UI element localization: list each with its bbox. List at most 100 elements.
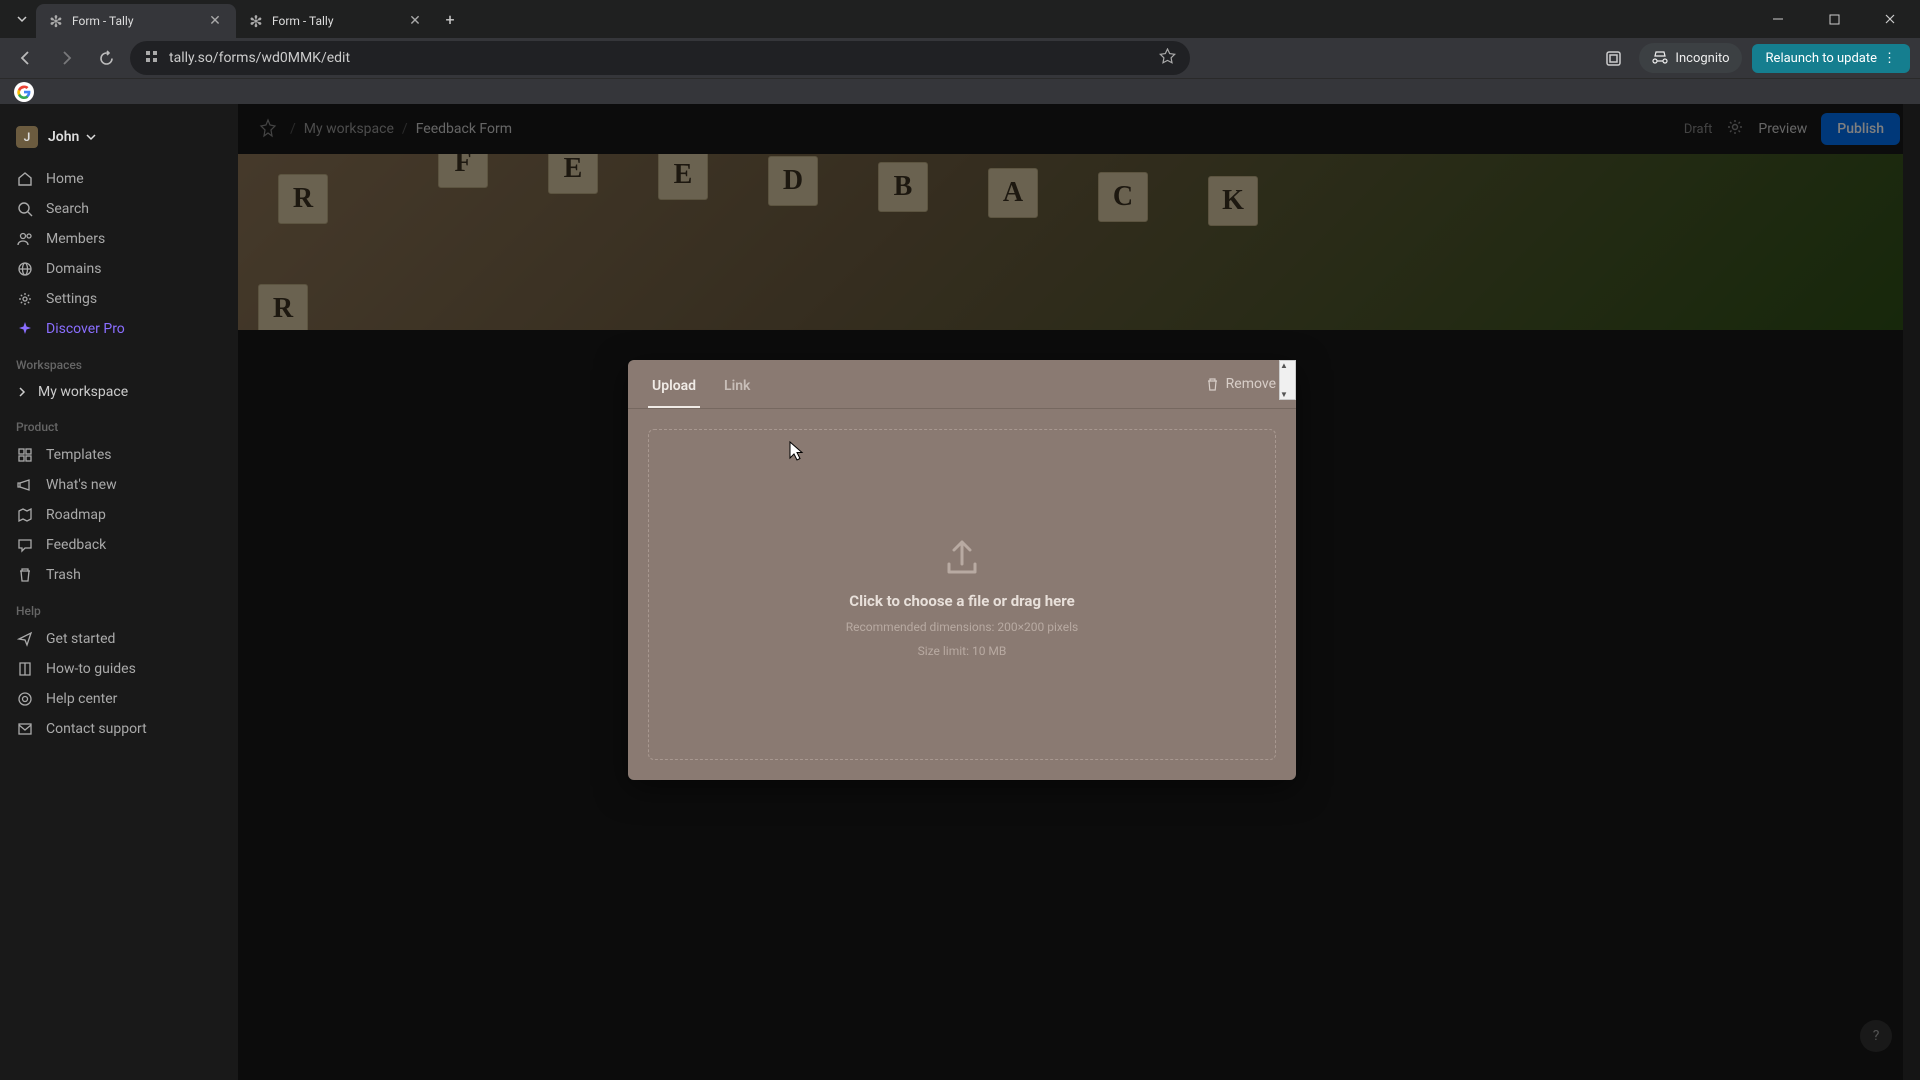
dropzone-title: Click to choose a file or drag here [849, 592, 1074, 610]
send-icon [16, 630, 34, 648]
minimize-button[interactable] [1756, 4, 1800, 34]
sidebar-item-label: Feedback [46, 537, 106, 553]
tab-title: Form - Tally [72, 14, 198, 28]
browser-tab-active[interactable]: ✻ Form - Tally ✕ [36, 4, 236, 38]
book-icon [16, 660, 34, 678]
sidebar-item-domains[interactable]: Domains [0, 254, 238, 284]
back-button[interactable] [10, 42, 42, 74]
members-icon [16, 230, 34, 248]
modal-tabs: Upload Link Remove [628, 360, 1296, 409]
sidebar-item-discover-pro[interactable]: Discover Pro [0, 314, 238, 344]
product-section-label: Product [0, 406, 238, 440]
search-icon [16, 200, 34, 218]
relaunch-update-button[interactable]: Relaunch to update ⋮ [1752, 44, 1910, 73]
menu-dots-icon: ⋮ [1883, 51, 1896, 66]
url-text: tally.so/forms/wd0MMK/edit [169, 50, 350, 66]
file-dropzone[interactable]: Click to choose a file or drag here Reco… [648, 429, 1276, 760]
tab-search-dropdown[interactable] [8, 5, 36, 33]
trash-icon [16, 566, 34, 584]
main-content: / My workspace / Feedback Form Draft Pre… [238, 104, 1920, 1080]
address-bar[interactable]: tally.so/forms/wd0MMK/edit [130, 41, 1190, 75]
tab-link[interactable]: Link [720, 372, 754, 408]
sidebar-item-templates[interactable]: Templates [0, 440, 238, 470]
sidebar-item-roadmap[interactable]: Roadmap [0, 500, 238, 530]
sidebar-item-feedback[interactable]: Feedback [0, 530, 238, 560]
upload-modal: ▲▼ Upload Link Remove Click to choose a … [628, 360, 1296, 780]
close-tab-icon[interactable]: ✕ [406, 12, 424, 30]
sidebar-item-getstarted[interactable]: Get started [0, 624, 238, 654]
sidebar-item-label: Get started [46, 631, 115, 647]
home-icon [16, 170, 34, 188]
workspaces-section-label: Workspaces [0, 344, 238, 378]
sidebar-item-label: Home [46, 171, 84, 187]
dropzone-hint-dimensions: Recommended dimensions: 200×200 pixels [846, 620, 1078, 634]
user-menu[interactable]: J John [0, 118, 238, 156]
sidebar-item-label: Help center [46, 691, 117, 707]
bookmark-star-icon[interactable] [1159, 48, 1176, 69]
sidebar-workspace[interactable]: My workspace [0, 378, 238, 406]
chevron-down-icon [85, 131, 97, 143]
remove-button[interactable]: Remove [1205, 376, 1276, 404]
map-icon [16, 506, 34, 524]
browser-toolbar: tally.so/forms/wd0MMK/edit Incognito Rel… [0, 38, 1920, 78]
new-tab-button[interactable]: + [436, 5, 464, 33]
modal-scrollbar[interactable]: ▲▼ [1279, 360, 1296, 400]
templates-icon [16, 446, 34, 464]
chat-icon [16, 536, 34, 554]
sidebar-item-members[interactable]: Members [0, 224, 238, 254]
close-tab-icon[interactable]: ✕ [206, 12, 224, 30]
incognito-label: Incognito [1675, 51, 1729, 66]
tab-title: Form - Tally [272, 14, 398, 28]
help-section-label: Help [0, 590, 238, 624]
sidebar-item-helpcenter[interactable]: Help center [0, 684, 238, 714]
mail-icon [16, 720, 34, 738]
sidebar-item-search[interactable]: Search [0, 194, 238, 224]
extensions-icon[interactable] [1597, 42, 1629, 74]
browser-tab[interactable]: ✻ Form - Tally ✕ [236, 4, 436, 38]
sidebar-item-home[interactable]: Home [0, 164, 238, 194]
incognito-icon [1651, 49, 1669, 67]
incognito-badge[interactable]: Incognito [1639, 43, 1741, 73]
tally-favicon-icon: ✻ [48, 13, 64, 29]
avatar: J [16, 126, 38, 148]
remove-label: Remove [1226, 376, 1276, 392]
sidebar-item-label: Domains [46, 261, 101, 277]
sidebar-item-label: Contact support [46, 721, 147, 737]
sidebar-item-label: What's new [46, 477, 117, 493]
globe-icon [16, 260, 34, 278]
window-controls [1756, 4, 1912, 34]
app-container: J John Home Search Members Domains Setti… [0, 104, 1920, 1080]
google-shortcut-icon[interactable] [14, 82, 34, 102]
workspace-label: My workspace [38, 384, 128, 400]
browser-tab-strip: ✻ Form - Tally ✕ ✻ Form - Tally ✕ + [0, 0, 1920, 38]
megaphone-icon [16, 476, 34, 494]
sidebar-item-label: Trash [46, 567, 81, 583]
site-settings-icon[interactable] [144, 49, 159, 68]
sidebar-item-whatsnew[interactable]: What's new [0, 470, 238, 500]
tally-favicon-icon: ✻ [248, 13, 264, 29]
sidebar-item-howto[interactable]: How-to guides [0, 654, 238, 684]
upload-icon [937, 532, 987, 582]
sidebar-item-label: Roadmap [46, 507, 106, 523]
sidebar: J John Home Search Members Domains Setti… [0, 104, 238, 1080]
sidebar-item-label: Search [46, 201, 89, 217]
sidebar-item-settings[interactable]: Settings [0, 284, 238, 314]
sparkle-icon [16, 320, 34, 338]
forward-button[interactable] [50, 42, 82, 74]
gear-icon [16, 290, 34, 308]
lifebuoy-icon [16, 690, 34, 708]
chevron-right-icon [16, 386, 28, 398]
relaunch-label: Relaunch to update [1766, 51, 1877, 66]
dropzone-hint-size: Size limit: 10 MB [918, 644, 1007, 658]
sidebar-item-trash[interactable]: Trash [0, 560, 238, 590]
tab-upload[interactable]: Upload [648, 372, 700, 408]
reload-button[interactable] [90, 42, 122, 74]
trash-icon [1205, 377, 1220, 392]
sidebar-item-label: Templates [46, 447, 112, 463]
sidebar-item-contact[interactable]: Contact support [0, 714, 238, 744]
close-window-button[interactable] [1868, 4, 1912, 34]
bookmarks-bar [0, 78, 1920, 104]
user-name-label: John [48, 129, 79, 145]
maximize-button[interactable] [1812, 4, 1856, 34]
sidebar-item-label: How-to guides [46, 661, 136, 677]
